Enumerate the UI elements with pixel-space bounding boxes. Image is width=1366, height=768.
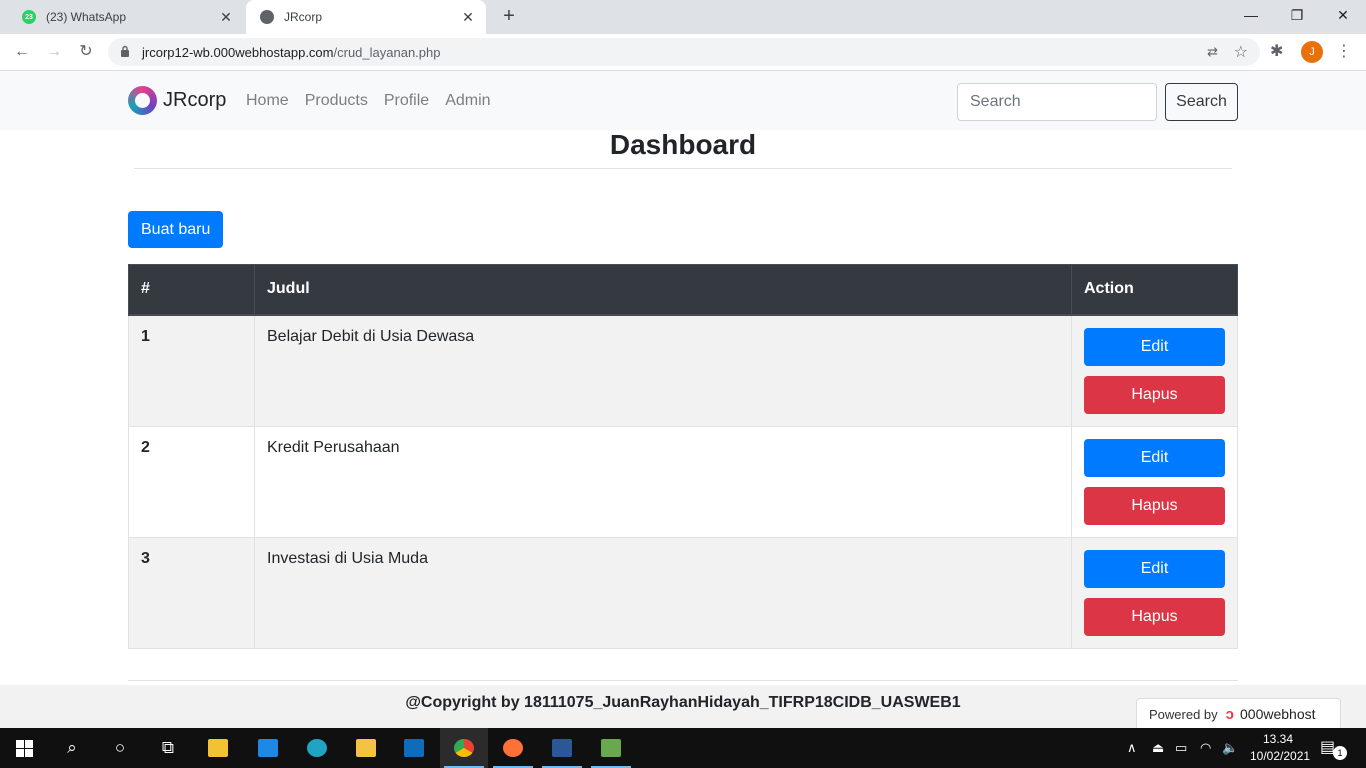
search-input[interactable]: Search bbox=[957, 83, 1157, 121]
url-path: /crud_layanan.php bbox=[333, 45, 441, 60]
xampp-icon[interactable] bbox=[587, 728, 635, 768]
header-judul: Judul bbox=[254, 264, 1072, 316]
powered-by-badge[interactable]: Powered by ↄ 000webhost bbox=[1136, 698, 1341, 728]
row-number: 2 bbox=[128, 425, 255, 538]
footer-divider bbox=[128, 680, 1238, 681]
table-header-row: # Judul Action bbox=[128, 264, 1238, 316]
edit-button[interactable]: Edit bbox=[1084, 549, 1225, 588]
nav-links: Home Products Profile Admin bbox=[246, 92, 507, 110]
bookmark-star-icon[interactable]: ☆ bbox=[1234, 42, 1248, 62]
cortana-icon[interactable]: ○ bbox=[96, 728, 144, 768]
reload-icon[interactable]: ↻ bbox=[74, 40, 98, 64]
site-footer: @Copyright by 18111075_JuanRayhanHidayah… bbox=[0, 685, 1366, 728]
app-icon[interactable] bbox=[390, 728, 438, 768]
forward-icon[interactable]: → bbox=[42, 40, 66, 64]
clock-date: 10/02/2021 bbox=[1250, 749, 1311, 763]
row-number: 3 bbox=[128, 536, 255, 649]
minimize-button[interactable]: — bbox=[1228, 0, 1274, 30]
header-action: Action bbox=[1071, 264, 1238, 316]
row-judul: Kredit Perusahaan bbox=[254, 425, 1072, 538]
mail-icon[interactable] bbox=[244, 728, 292, 768]
powered-by-label: Powered by bbox=[1149, 706, 1218, 722]
site-navbar: JRcorp Home Products Profile Admin Searc… bbox=[0, 71, 1366, 130]
close-icon[interactable]: ✕ bbox=[458, 9, 478, 26]
webhost-name: 000webhost bbox=[1240, 706, 1316, 722]
file-explorer-icon[interactable] bbox=[342, 728, 390, 768]
back-icon[interactable]: ← bbox=[10, 40, 34, 64]
table-row: 2 Kredit Perusahaan Edit Hapus bbox=[128, 425, 1238, 538]
title-divider bbox=[134, 168, 1232, 169]
row-actions: Edit Hapus bbox=[1071, 536, 1238, 649]
row-actions: Edit Hapus bbox=[1071, 314, 1238, 427]
nav-link-admin[interactable]: Admin bbox=[445, 92, 490, 110]
windows-start-icon[interactable] bbox=[0, 728, 48, 768]
extensions-icon[interactable]: ✱ bbox=[1270, 41, 1283, 61]
profile-avatar[interactable]: J bbox=[1301, 41, 1323, 63]
edge-icon[interactable] bbox=[293, 728, 341, 768]
translate-icon[interactable]: ⇄ bbox=[1207, 44, 1218, 60]
browser-toolbar: ← → ↻ jrcorp12-wb.000webhostapp.com/crud… bbox=[0, 34, 1366, 71]
delete-button[interactable]: Hapus bbox=[1084, 597, 1225, 636]
web-page: JRcorp Home Products Profile Admin Searc… bbox=[0, 71, 1366, 728]
clock-time: 13.34 bbox=[1262, 732, 1294, 746]
table-row: 1 Belajar Debit di Usia Dewasa Edit Hapu… bbox=[128, 314, 1238, 427]
firefox-icon[interactable] bbox=[489, 728, 537, 768]
notification-badge: 1 bbox=[1333, 746, 1347, 760]
url-host: jrcorp12-wb.000webhostapp.com bbox=[142, 45, 334, 60]
services-table: # Judul Action 1 Belajar Debit di Usia D… bbox=[128, 264, 1238, 649]
tab-whatsapp[interactable]: 23 (23) WhatsApp ✕ bbox=[8, 0, 244, 34]
brand-name: JRcorp bbox=[163, 89, 227, 111]
nav-link-home[interactable]: Home bbox=[246, 92, 289, 110]
row-judul: Investasi di Usia Muda bbox=[254, 536, 1072, 649]
search-button[interactable]: Search bbox=[1165, 83, 1238, 121]
address-bar[interactable]: jrcorp12-wb.000webhostapp.com/crud_layan… bbox=[108, 38, 1260, 66]
battery-icon[interactable]: ▭ bbox=[1175, 728, 1187, 768]
header-number: # bbox=[128, 264, 255, 316]
tab-title: JRcorp bbox=[284, 10, 323, 24]
close-icon[interactable]: ✕ bbox=[216, 9, 236, 26]
windows-taskbar: ⌕ ○ ⧉ ∧ ⏏ ▭ ◠ 🔈 13.34 10/02/2021 ▤ 1 bbox=[0, 728, 1366, 768]
taskbar-clock[interactable]: 13.34 10/02/2021 bbox=[1250, 731, 1311, 765]
row-judul: Belajar Debit di Usia Dewasa bbox=[254, 314, 1072, 427]
url-text: jrcorp12-wb.000webhostapp.com/crud_layan… bbox=[142, 45, 440, 60]
chrome-menu-icon[interactable]: ⋮ bbox=[1336, 41, 1352, 61]
chrome-icon[interactable] bbox=[440, 728, 488, 768]
usb-icon[interactable]: ⏏ bbox=[1152, 728, 1164, 768]
window-close-button[interactable]: ✕ bbox=[1320, 0, 1366, 30]
nav-link-products[interactable]: Products bbox=[305, 92, 368, 110]
word-icon[interactable] bbox=[538, 728, 586, 768]
edit-button[interactable]: Edit bbox=[1084, 438, 1225, 477]
whatsapp-icon: 23 bbox=[22, 10, 36, 24]
row-actions: Edit Hapus bbox=[1071, 425, 1238, 538]
delete-button[interactable]: Hapus bbox=[1084, 486, 1225, 525]
row-number: 1 bbox=[128, 314, 255, 427]
task-view-icon[interactable]: ⧉ bbox=[144, 728, 192, 768]
edit-button[interactable]: Edit bbox=[1084, 327, 1225, 366]
search-icon[interactable]: ⌕ bbox=[48, 728, 96, 768]
nav-link-profile[interactable]: Profile bbox=[384, 92, 429, 110]
table-row: 3 Investasi di Usia Muda Edit Hapus bbox=[128, 536, 1238, 649]
browser-tabstrip: 23 (23) WhatsApp ✕ JRcorp ✕ + — ❐ ✕ bbox=[0, 0, 1366, 34]
tab-title: (23) WhatsApp bbox=[46, 10, 127, 24]
lock-icon bbox=[121, 45, 129, 57]
delete-button[interactable]: Hapus bbox=[1084, 375, 1225, 414]
store-icon[interactable] bbox=[194, 728, 242, 768]
brand-logo-icon bbox=[128, 86, 157, 115]
volume-icon[interactable]: 🔈 bbox=[1222, 728, 1238, 768]
globe-icon bbox=[260, 10, 274, 24]
show-hidden-icons[interactable]: ∧ bbox=[1127, 728, 1137, 768]
tab-jrcorp[interactable]: JRcorp ✕ bbox=[246, 0, 486, 34]
brand[interactable]: JRcorp bbox=[128, 86, 226, 115]
create-new-button[interactable]: Buat baru bbox=[128, 211, 224, 248]
restore-button[interactable]: ❐ bbox=[1274, 0, 1320, 30]
wifi-icon[interactable]: ◠ bbox=[1200, 728, 1211, 768]
page-title: Dashboard bbox=[609, 129, 757, 160]
webhost-logo-icon: ↄ bbox=[1225, 705, 1234, 723]
new-tab-button[interactable]: + bbox=[498, 5, 520, 27]
